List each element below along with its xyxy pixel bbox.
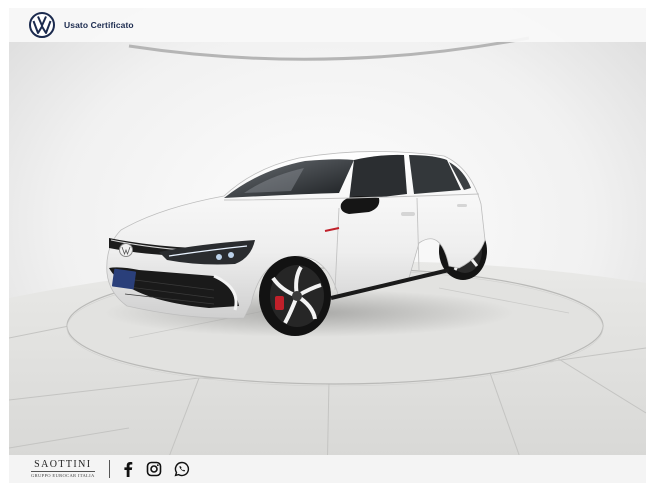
volkswagen-logo-icon[interactable]: [29, 12, 55, 38]
facebook-icon[interactable]: [122, 461, 134, 477]
photo-frame: Usato Certificato SAOTTINI GRUPPO EUROCA…: [0, 0, 648, 483]
social-links: [122, 461, 190, 477]
front-wheel: [259, 256, 331, 336]
car-studio-photo: [9, 8, 646, 483]
whatsapp-icon[interactable]: [174, 461, 190, 477]
footer-divider: [108, 460, 110, 478]
brand-label: Usato Certificato: [64, 20, 134, 30]
footer-bar: SAOTTINI GRUPPO EUROCAR ITALIA: [9, 455, 646, 483]
instagram-icon[interactable]: [146, 461, 162, 477]
dealer-logo[interactable]: SAOTTINI GRUPPO EUROCAR ITALIA: [31, 460, 95, 478]
dealer-subtitle: GRUPPO EUROCAR ITALIA: [31, 471, 95, 478]
dealer-name: SAOTTINI: [34, 459, 92, 470]
header-bar: Usato Certificato: [9, 8, 646, 42]
